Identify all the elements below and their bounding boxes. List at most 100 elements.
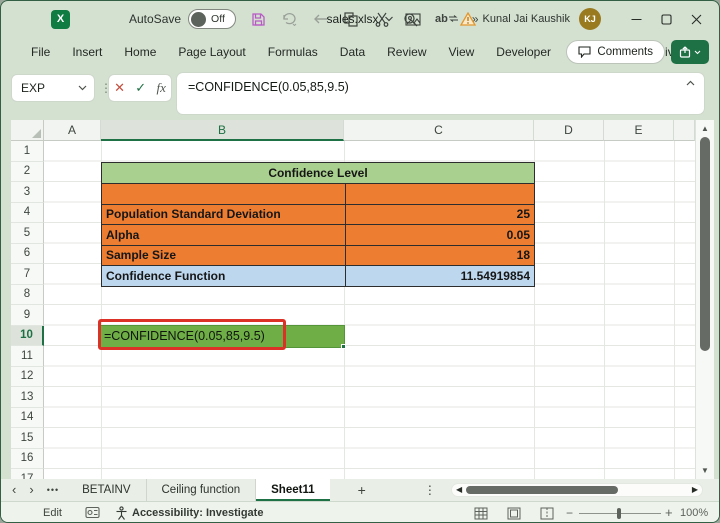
next-sheet-icon[interactable]: › <box>27 479 44 501</box>
zoom-out-icon[interactable]: − <box>566 506 573 520</box>
sheet-tab-ceiling-function[interactable]: Ceiling function <box>147 479 257 501</box>
column-header-d[interactable]: D <box>534 120 604 141</box>
formula-input[interactable]: =CONFIDENCE(0.05,85,9.5) <box>176 72 705 115</box>
status-bar: Edit Accessibility: Investigate − + 100% <box>1 501 719 522</box>
sheet-tab-betainv[interactable]: BETAINV <box>67 479 147 501</box>
table-row[interactable]: Sample Size 18 <box>102 244 534 266</box>
accessibility-status[interactable]: Accessibility: Investigate <box>132 507 263 519</box>
table-cell-value[interactable]: 25 <box>345 204 534 224</box>
comments-button[interactable]: Comments <box>566 40 665 64</box>
minimize-button[interactable] <box>621 1 651 37</box>
close-button[interactable] <box>681 1 711 37</box>
sheet-options-icon[interactable]: ⋮ <box>418 483 442 497</box>
select-all-corner[interactable] <box>11 120 44 141</box>
cancel-entry-icon[interactable]: ✕ <box>114 80 125 96</box>
column-header-e[interactable]: E <box>604 120 674 141</box>
row-header-8[interactable]: 8 <box>11 284 44 305</box>
tab-data[interactable]: Data <box>329 39 376 65</box>
collapse-formula-bar-icon[interactable] <box>686 80 695 86</box>
table-cell-value[interactable]: 0.05 <box>345 225 534 245</box>
table-cell-value[interactable]: 18 <box>345 245 534 265</box>
row-header-6[interactable]: 6 <box>11 243 44 264</box>
tab-developer[interactable]: Developer <box>485 39 562 65</box>
excel-app-icon[interactable]: X <box>51 9 70 29</box>
page-layout-view-icon[interactable] <box>506 505 522 521</box>
column-header-c[interactable]: C <box>344 120 534 141</box>
autosave-toggle[interactable]: AutoSave Off <box>129 9 237 29</box>
macro-record-icon[interactable] <box>85 506 100 519</box>
search-icon[interactable] <box>403 12 418 27</box>
table-cell-value[interactable] <box>345 184 534 204</box>
name-box[interactable]: EXP <box>11 74 95 102</box>
scroll-down-icon[interactable]: ▼ <box>696 466 714 475</box>
confirm-entry-icon[interactable]: ✓ <box>135 80 146 96</box>
cells-area[interactable]: Confidence Level Population Standard Dev… <box>44 141 695 479</box>
undo-icon[interactable] <box>280 10 298 28</box>
tab-insert[interactable]: Insert <box>61 39 113 65</box>
table-cell-label[interactable]: Sample Size <box>102 246 345 266</box>
normal-view-icon[interactable] <box>473 505 489 521</box>
insert-function-icon[interactable]: fx <box>156 80 165 96</box>
table-cell-label[interactable]: Alpha <box>102 225 345 245</box>
row-header-11[interactable]: 11 <box>11 346 44 367</box>
zoom-level[interactable]: 100% <box>680 507 708 519</box>
row-header-13[interactable]: 13 <box>11 387 44 408</box>
table-cell-label[interactable]: Confidence Function <box>102 266 345 286</box>
row-header-4[interactable]: 4 <box>11 202 44 223</box>
share-button[interactable] <box>671 40 709 64</box>
column-header-a[interactable]: A <box>44 120 101 141</box>
zoom-slider[interactable] <box>579 508 661 519</box>
table-row[interactable]: Confidence Function 11.54919854 <box>102 265 534 286</box>
scroll-left-icon[interactable]: ◀ <box>456 485 462 494</box>
maximize-button[interactable] <box>651 1 681 37</box>
tab-page-layout[interactable]: Page Layout <box>167 39 256 65</box>
row-header-16[interactable]: 16 <box>11 448 44 469</box>
vertical-scrollbar-thumb[interactable] <box>700 137 710 351</box>
tab-view[interactable]: View <box>438 39 486 65</box>
table-cell-label[interactable] <box>102 184 345 204</box>
zoom-in-icon[interactable]: + <box>665 505 673 520</box>
sheet-list-icon[interactable]: ••• <box>45 485 67 495</box>
zoom-slider-thumb[interactable] <box>617 508 621 519</box>
row-header-3[interactable]: 3 <box>11 182 44 203</box>
sheet-tab-sheet11[interactable]: Sheet11 <box>256 479 330 501</box>
scroll-right-icon[interactable]: ▶ <box>692 485 698 494</box>
account-name[interactable]: Kunal Jai Kaushik <box>483 13 570 25</box>
scroll-up-icon[interactable]: ▲ <box>696 124 714 133</box>
tab-review[interactable]: Review <box>376 39 437 65</box>
add-sheet-icon[interactable]: + <box>344 482 380 498</box>
warning-icon[interactable] <box>459 12 476 26</box>
row-header-1[interactable]: 1 <box>11 141 44 162</box>
table-cell-value[interactable]: 11.54919854 <box>345 266 534 286</box>
vertical-scrollbar[interactable]: ▲ ▼ <box>695 120 714 479</box>
row-header-12[interactable]: 12 <box>11 366 44 387</box>
row-header-7[interactable]: 7 <box>11 264 44 285</box>
horizontal-scrollbar-thumb[interactable] <box>466 486 618 494</box>
table-row[interactable]: Alpha 0.05 <box>102 224 534 245</box>
column-header-b[interactable]: B <box>101 120 344 141</box>
tab-file[interactable]: File <box>20 39 61 65</box>
horizontal-scrollbar[interactable]: ◀ ▶ <box>451 483 703 497</box>
row-header-2[interactable]: 2 <box>11 161 44 182</box>
row-header-15[interactable]: 15 <box>11 428 44 449</box>
row-header-10[interactable]: 10 <box>11 325 44 346</box>
chevron-down-icon[interactable] <box>78 85 94 91</box>
table-row[interactable]: Population Standard Deviation 25 <box>102 203 534 225</box>
table-title-cell[interactable]: Confidence Level <box>102 162 534 183</box>
tab-home[interactable]: Home <box>113 39 167 65</box>
cell-mode-indicator[interactable]: Edit <box>43 507 62 519</box>
previous-sheet-icon[interactable]: ‹ <box>1 479 27 501</box>
table-cell-label[interactable]: Population Standard Deviation <box>102 205 345 225</box>
save-icon[interactable] <box>249 10 267 28</box>
row-header-14[interactable]: 14 <box>11 407 44 428</box>
autosave-pill[interactable]: Off <box>188 9 237 29</box>
row-header-9[interactable]: 9 <box>11 305 44 326</box>
table-row[interactable] <box>102 183 534 204</box>
page-break-preview-icon[interactable] <box>539 505 555 521</box>
document-title[interactable]: sales.xlsx <box>326 1 393 37</box>
column-header-partial[interactable] <box>674 120 695 141</box>
avatar[interactable]: KJ <box>579 8 601 30</box>
row-header-5[interactable]: 5 <box>11 223 44 244</box>
fill-handle[interactable] <box>341 343 346 349</box>
tab-formulas[interactable]: Formulas <box>257 39 329 65</box>
